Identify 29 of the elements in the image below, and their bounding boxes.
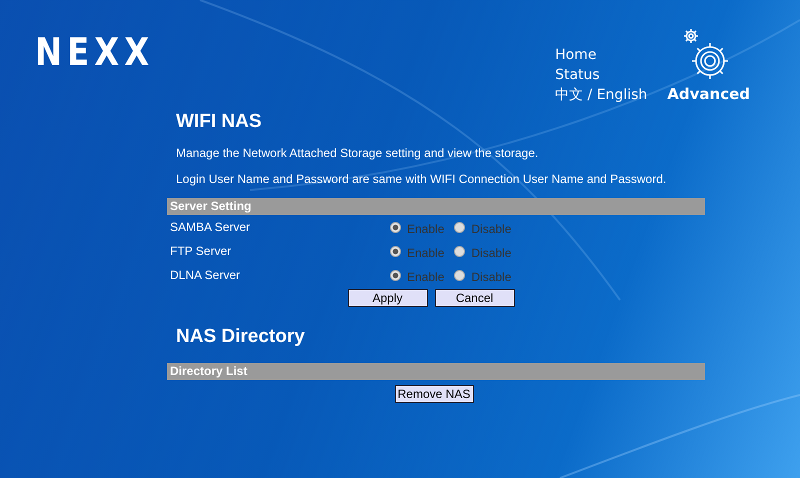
nav-link[interactable]: Home	[555, 45, 648, 65]
server-label: DLNA Server	[169, 268, 242, 282]
nav-link[interactable]: Status	[555, 65, 648, 85]
radio-label: Enable	[407, 246, 444, 260]
radio-button[interactable]	[454, 246, 466, 256]
advanced-link[interactable]: Advanced	[667, 85, 750, 103]
server-label: FTP Server	[169, 244, 232, 258]
remove-button[interactable]: Remove NAS	[394, 385, 474, 403]
section-title: NAS Directory	[176, 325, 306, 349]
action-button[interactable]: Apply	[348, 289, 428, 307]
radio-button[interactable]	[390, 222, 401, 232]
radio-label: Disable	[471, 246, 512, 260]
radio-label: Disable	[471, 270, 512, 284]
section-header: Directory List	[167, 363, 705, 380]
radio-button[interactable]	[454, 270, 466, 280]
radio-label: Enable	[407, 270, 444, 284]
radio-button[interactable]	[390, 246, 401, 256]
logo: NEXX	[35, 30, 154, 74]
server-label: SAMBA Server	[169, 220, 252, 234]
radio-label: Enable	[407, 222, 444, 236]
section-header: Server Setting	[167, 198, 705, 215]
radio-button[interactable]	[390, 270, 401, 280]
nav-link[interactable]: 中文 / English	[555, 85, 648, 105]
description: Login User Name and Password are same with WIFI Connection User Name and Password.	[176, 172, 668, 187]
radio-button[interactable]	[454, 222, 466, 232]
action-button[interactable]: Cancel	[434, 289, 514, 307]
description: Manage the Network Attached Storage setting and view the storage.	[176, 146, 540, 161]
section-title: WIFI NAS	[176, 110, 262, 134]
radio-label: Disable	[471, 222, 512, 236]
